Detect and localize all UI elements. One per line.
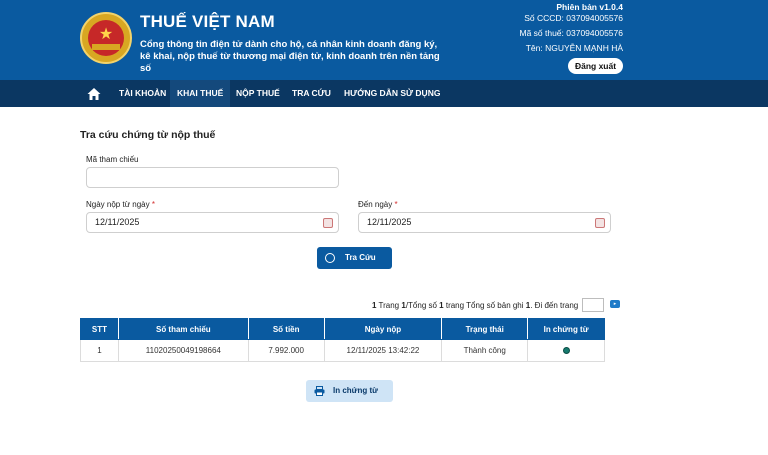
- site-title: THUẾ VIỆT NAM: [140, 12, 275, 31]
- from-date-label: Ngày nộp từ ngày *: [86, 200, 155, 209]
- cell-date: 12/11/2025 13:42:22: [323, 339, 443, 362]
- print-receipt-button[interactable]: In chứng từ: [306, 380, 393, 402]
- site-subtitle: Cổng thông tin điện tử dành cho hộ, cá n…: [140, 39, 440, 74]
- national-emblem-logo: ★: [80, 12, 132, 64]
- results-table: STT Số tham chiếu Số tiền Ngày nộp Trạng…: [80, 318, 605, 362]
- column-header: Số tham chiếu: [117, 318, 249, 340]
- column-header: Ngày nộp: [323, 318, 443, 340]
- nav-item-user-guide[interactable]: HƯỚNG DẪN SỬ DỤNG: [337, 80, 447, 107]
- column-header: In chứng từ: [527, 318, 605, 340]
- to-date-label: Đến ngày *: [358, 200, 398, 209]
- column-header: Trạng thái: [441, 318, 529, 340]
- print-radio-icon[interactable]: [562, 347, 570, 355]
- header-banner: ★ THUẾ VIỆT NAM Cổng thông tin điện tử d…: [0, 0, 768, 80]
- pagination-info: 1 Trang 1/Tổng số 1 trang Tổng số bản gh…: [372, 301, 579, 310]
- column-header: Số tiền: [247, 318, 325, 340]
- tax-code-label: Mã số thuế: 037094005576: [519, 28, 623, 38]
- calendar-icon[interactable]: [595, 218, 605, 228]
- nav-item-declare-tax[interactable]: KHAI THUẾ: [170, 80, 231, 107]
- home-icon[interactable]: [86, 86, 102, 102]
- cell-print: [527, 339, 605, 362]
- page-title: Tra cứu chứng từ nộp thuế: [80, 129, 216, 141]
- table-row: 1 11020250049198664 7.992.000 12/11/2025…: [80, 339, 605, 362]
- nav-item-lookup[interactable]: TRA CỨU: [285, 80, 338, 107]
- goto-page-input[interactable]: [582, 298, 604, 312]
- search-button[interactable]: Tra Cứu: [317, 247, 392, 269]
- column-header: STT: [80, 318, 119, 340]
- user-name-label: Tên: NGUYỄN MẠNH HÀ: [525, 43, 623, 53]
- to-date-input[interactable]: 12/11/2025: [358, 212, 611, 233]
- logout-button[interactable]: Đăng xuất: [568, 58, 623, 74]
- main-nav: TÀI KHOẢN KHAI THUẾ NỘP THUẾ TRA CỨU HƯỚ…: [0, 80, 768, 107]
- reference-label: Mã tham chiếu: [86, 155, 139, 164]
- nav-item-account[interactable]: TÀI KHOẢN: [112, 80, 173, 107]
- table-header-row: STT Số tham chiếu Số tiền Ngày nộp Trạng…: [80, 318, 605, 340]
- cell-status: Thành công: [441, 339, 529, 362]
- reference-input[interactable]: [86, 167, 339, 188]
- cell-reference: 11020250049198664: [117, 339, 249, 362]
- nav-item-pay-tax[interactable]: NỘP THUẾ: [229, 80, 287, 107]
- printer-icon: [314, 386, 325, 396]
- calendar-icon[interactable]: [323, 218, 333, 228]
- version-label: Phiên bản v1.0.4: [556, 2, 623, 12]
- cell-stt: 1: [80, 339, 119, 362]
- cell-amount: 7.992.000: [247, 339, 325, 362]
- search-icon: [325, 253, 335, 263]
- goto-page-icon[interactable]: ▸: [610, 300, 620, 308]
- from-date-input[interactable]: 12/11/2025: [86, 212, 339, 233]
- cccd-label: Số CCCD: 037094005576: [524, 13, 623, 23]
